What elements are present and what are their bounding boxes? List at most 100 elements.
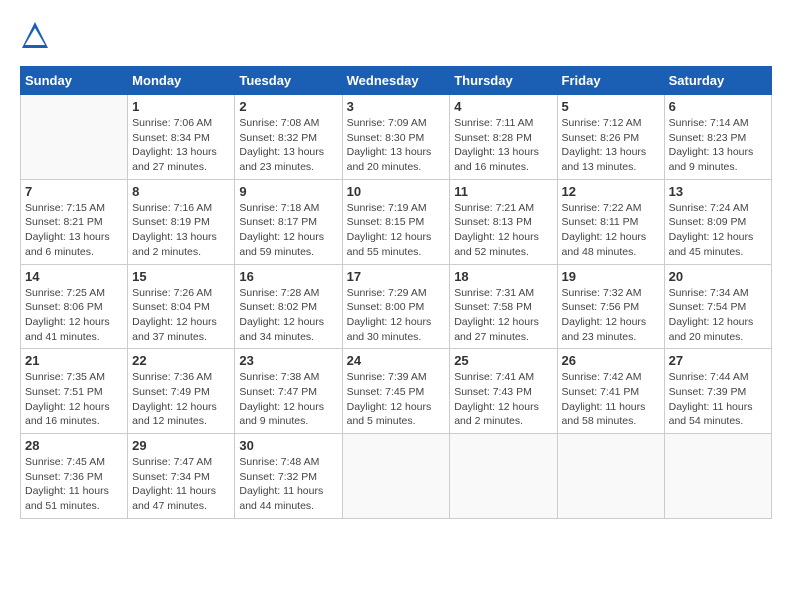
calendar-cell: 30 Sunrise: 7:48 AM Sunset: 7:32 PM Dayli… [235, 434, 342, 519]
day-info: Sunrise: 7:39 AM Sunset: 7:45 PM Dayligh… [347, 370, 446, 429]
day-number: 18 [454, 269, 552, 284]
day-number: 19 [562, 269, 660, 284]
day-number: 13 [669, 184, 767, 199]
calendar-cell: 20Sunrise: 7:34 AM Sunset: 7:54 PM Dayli… [664, 264, 771, 349]
calendar-cell: 19 Sunrise: 7:32 AM Sunset: 7:56 PM Dayli… [557, 264, 664, 349]
column-header-wednesday: Wednesday [342, 67, 450, 95]
calendar-week-2: 7 Sunrise: 7:15 AM Sunset: 8:21 PM Daylig… [21, 179, 772, 264]
calendar-cell: 4 Sunrise: 7:11 AM Sunset: 8:28 PM Daylig… [450, 95, 557, 180]
day-number: 14 [25, 269, 123, 284]
calendar-week-5: 28 Sunrise: 7:45 AM Sunset: 7:36 PM Dayli… [21, 434, 772, 519]
calendar-cell: 7 Sunrise: 7:15 AM Sunset: 8:21 PM Daylig… [21, 179, 128, 264]
day-number: 17 [347, 269, 446, 284]
day-info: Sunrise: 7:38 AM Sunset: 7:47 PM Dayligh… [239, 370, 337, 429]
day-info: Sunrise: 7:09 AM Sunset: 8:30 PM Dayligh… [347, 116, 446, 175]
calendar-cell: 6 Sunrise: 7:14 AM Sunset: 8:23 PM Daylig… [664, 95, 771, 180]
calendar-cell: 15 Sunrise: 7:26 AM Sunset: 8:04 PM Dayli… [128, 264, 235, 349]
calendar-cell: 23 Sunrise: 7:38 AM Sunset: 7:47 PM Dayli… [235, 349, 342, 434]
calendar-week-3: 14 Sunrise: 7:25 AM Sunset: 8:06 PM Dayli… [21, 264, 772, 349]
day-info: Sunrise: 7:14 AM Sunset: 8:23 PM Dayligh… [669, 116, 767, 175]
day-number: 16 [239, 269, 337, 284]
calendar-cell [557, 434, 664, 519]
calendar-cell: 28 Sunrise: 7:45 AM Sunset: 7:36 PM Dayli… [21, 434, 128, 519]
day-number: 22 [132, 353, 230, 368]
day-number: 23 [239, 353, 337, 368]
day-number: 26 [562, 353, 660, 368]
day-info: Sunrise: 7:29 AM Sunset: 8:00 PM Dayligh… [347, 286, 446, 345]
day-number: 28 [25, 438, 123, 453]
day-number: 7 [25, 184, 123, 199]
day-info: Sunrise: 7:31 AM Sunset: 7:58 PM Dayligh… [454, 286, 552, 345]
calendar-cell: 18 Sunrise: 7:31 AM Sunset: 7:58 PM Dayli… [450, 264, 557, 349]
day-number: 11 [454, 184, 552, 199]
day-info: Sunrise: 7:11 AM Sunset: 8:28 PM Dayligh… [454, 116, 552, 175]
calendar-cell: 29 Sunrise: 7:47 AM Sunset: 7:34 PM Dayli… [128, 434, 235, 519]
day-info: Sunrise: 7:22 AM Sunset: 8:11 PM Dayligh… [562, 201, 660, 260]
day-number: 21 [25, 353, 123, 368]
calendar-cell: 22 Sunrise: 7:36 AM Sunset: 7:49 PM Dayli… [128, 349, 235, 434]
day-number: 8 [132, 184, 230, 199]
calendar-cell: 27Sunrise: 7:44 AM Sunset: 7:39 PM Dayli… [664, 349, 771, 434]
column-header-thursday: Thursday [450, 67, 557, 95]
calendar-cell: 14 Sunrise: 7:25 AM Sunset: 8:06 PM Dayli… [21, 264, 128, 349]
day-info: Sunrise: 7:41 AM Sunset: 7:43 PM Dayligh… [454, 370, 552, 429]
day-info: Sunrise: 7:45 AM Sunset: 7:36 PM Dayligh… [25, 455, 123, 514]
day-number: 12 [562, 184, 660, 199]
day-info: Sunrise: 7:19 AM Sunset: 8:15 PM Dayligh… [347, 201, 446, 260]
day-number: 4 [454, 99, 552, 114]
day-number: 9 [239, 184, 337, 199]
day-info: Sunrise: 7:16 AM Sunset: 8:19 PM Dayligh… [132, 201, 230, 260]
calendar-header-row: SundayMondayTuesdayWednesdayThursdayFrid… [21, 67, 772, 95]
day-info: Sunrise: 7:35 AM Sunset: 7:51 PM Dayligh… [25, 370, 123, 429]
day-info: Sunrise: 7:28 AM Sunset: 8:02 PM Dayligh… [239, 286, 337, 345]
day-info: Sunrise: 7:47 AM Sunset: 7:34 PM Dayligh… [132, 455, 230, 514]
calendar-cell: 3 Sunrise: 7:09 AM Sunset: 8:30 PM Daylig… [342, 95, 450, 180]
day-info: Sunrise: 7:36 AM Sunset: 7:49 PM Dayligh… [132, 370, 230, 429]
calendar-cell: 11Sunrise: 7:21 AM Sunset: 8:13 PM Dayli… [450, 179, 557, 264]
day-info: Sunrise: 7:25 AM Sunset: 8:06 PM Dayligh… [25, 286, 123, 345]
column-header-friday: Friday [557, 67, 664, 95]
calendar-table: SundayMondayTuesdayWednesdayThursdayFrid… [20, 66, 772, 519]
day-number: 6 [669, 99, 767, 114]
day-info: Sunrise: 7:44 AM Sunset: 7:39 PM Dayligh… [669, 370, 767, 429]
day-number: 2 [239, 99, 337, 114]
day-info: Sunrise: 7:48 AM Sunset: 7:32 PM Dayligh… [239, 455, 337, 514]
logo-icon [20, 20, 50, 50]
column-header-sunday: Sunday [21, 67, 128, 95]
day-number: 29 [132, 438, 230, 453]
calendar-cell: 24 Sunrise: 7:39 AM Sunset: 7:45 PM Dayli… [342, 349, 450, 434]
calendar-cell [342, 434, 450, 519]
day-number: 30 [239, 438, 337, 453]
calendar-cell: 16 Sunrise: 7:28 AM Sunset: 8:02 PM Dayli… [235, 264, 342, 349]
calendar-cell: 5 Sunrise: 7:12 AM Sunset: 8:26 PM Daylig… [557, 95, 664, 180]
day-info: Sunrise: 7:08 AM Sunset: 8:32 PM Dayligh… [239, 116, 337, 175]
column-header-monday: Monday [128, 67, 235, 95]
calendar-week-1: 1Sunrise: 7:06 AM Sunset: 8:34 PM Daylig… [21, 95, 772, 180]
day-info: Sunrise: 7:32 AM Sunset: 7:56 PM Dayligh… [562, 286, 660, 345]
day-number: 24 [347, 353, 446, 368]
day-info: Sunrise: 7:24 AM Sunset: 8:09 PM Dayligh… [669, 201, 767, 260]
calendar-cell [450, 434, 557, 519]
page-header [20, 20, 772, 50]
day-number: 1 [132, 99, 230, 114]
calendar-cell: 17 Sunrise: 7:29 AM Sunset: 8:00 PM Dayli… [342, 264, 450, 349]
logo [20, 20, 54, 50]
day-number: 15 [132, 269, 230, 284]
calendar-cell: 12 Sunrise: 7:22 AM Sunset: 8:11 PM Dayli… [557, 179, 664, 264]
calendar-cell: 13 Sunrise: 7:24 AM Sunset: 8:09 PM Dayli… [664, 179, 771, 264]
day-info: Sunrise: 7:12 AM Sunset: 8:26 PM Dayligh… [562, 116, 660, 175]
day-number: 5 [562, 99, 660, 114]
calendar-cell [21, 95, 128, 180]
day-number: 25 [454, 353, 552, 368]
day-info: Sunrise: 7:18 AM Sunset: 8:17 PM Dayligh… [239, 201, 337, 260]
day-info: Sunrise: 7:26 AM Sunset: 8:04 PM Dayligh… [132, 286, 230, 345]
day-info: Sunrise: 7:15 AM Sunset: 8:21 PM Dayligh… [25, 201, 123, 260]
column-header-saturday: Saturday [664, 67, 771, 95]
day-number: 3 [347, 99, 446, 114]
day-info: Sunrise: 7:42 AM Sunset: 7:41 PM Dayligh… [562, 370, 660, 429]
calendar-week-4: 21 Sunrise: 7:35 AM Sunset: 7:51 PM Dayli… [21, 349, 772, 434]
calendar-cell: 21 Sunrise: 7:35 AM Sunset: 7:51 PM Dayli… [21, 349, 128, 434]
calendar-cell [664, 434, 771, 519]
day-info: Sunrise: 7:34 AM Sunset: 7:54 PM Dayligh… [669, 286, 767, 345]
day-number: 10 [347, 184, 446, 199]
